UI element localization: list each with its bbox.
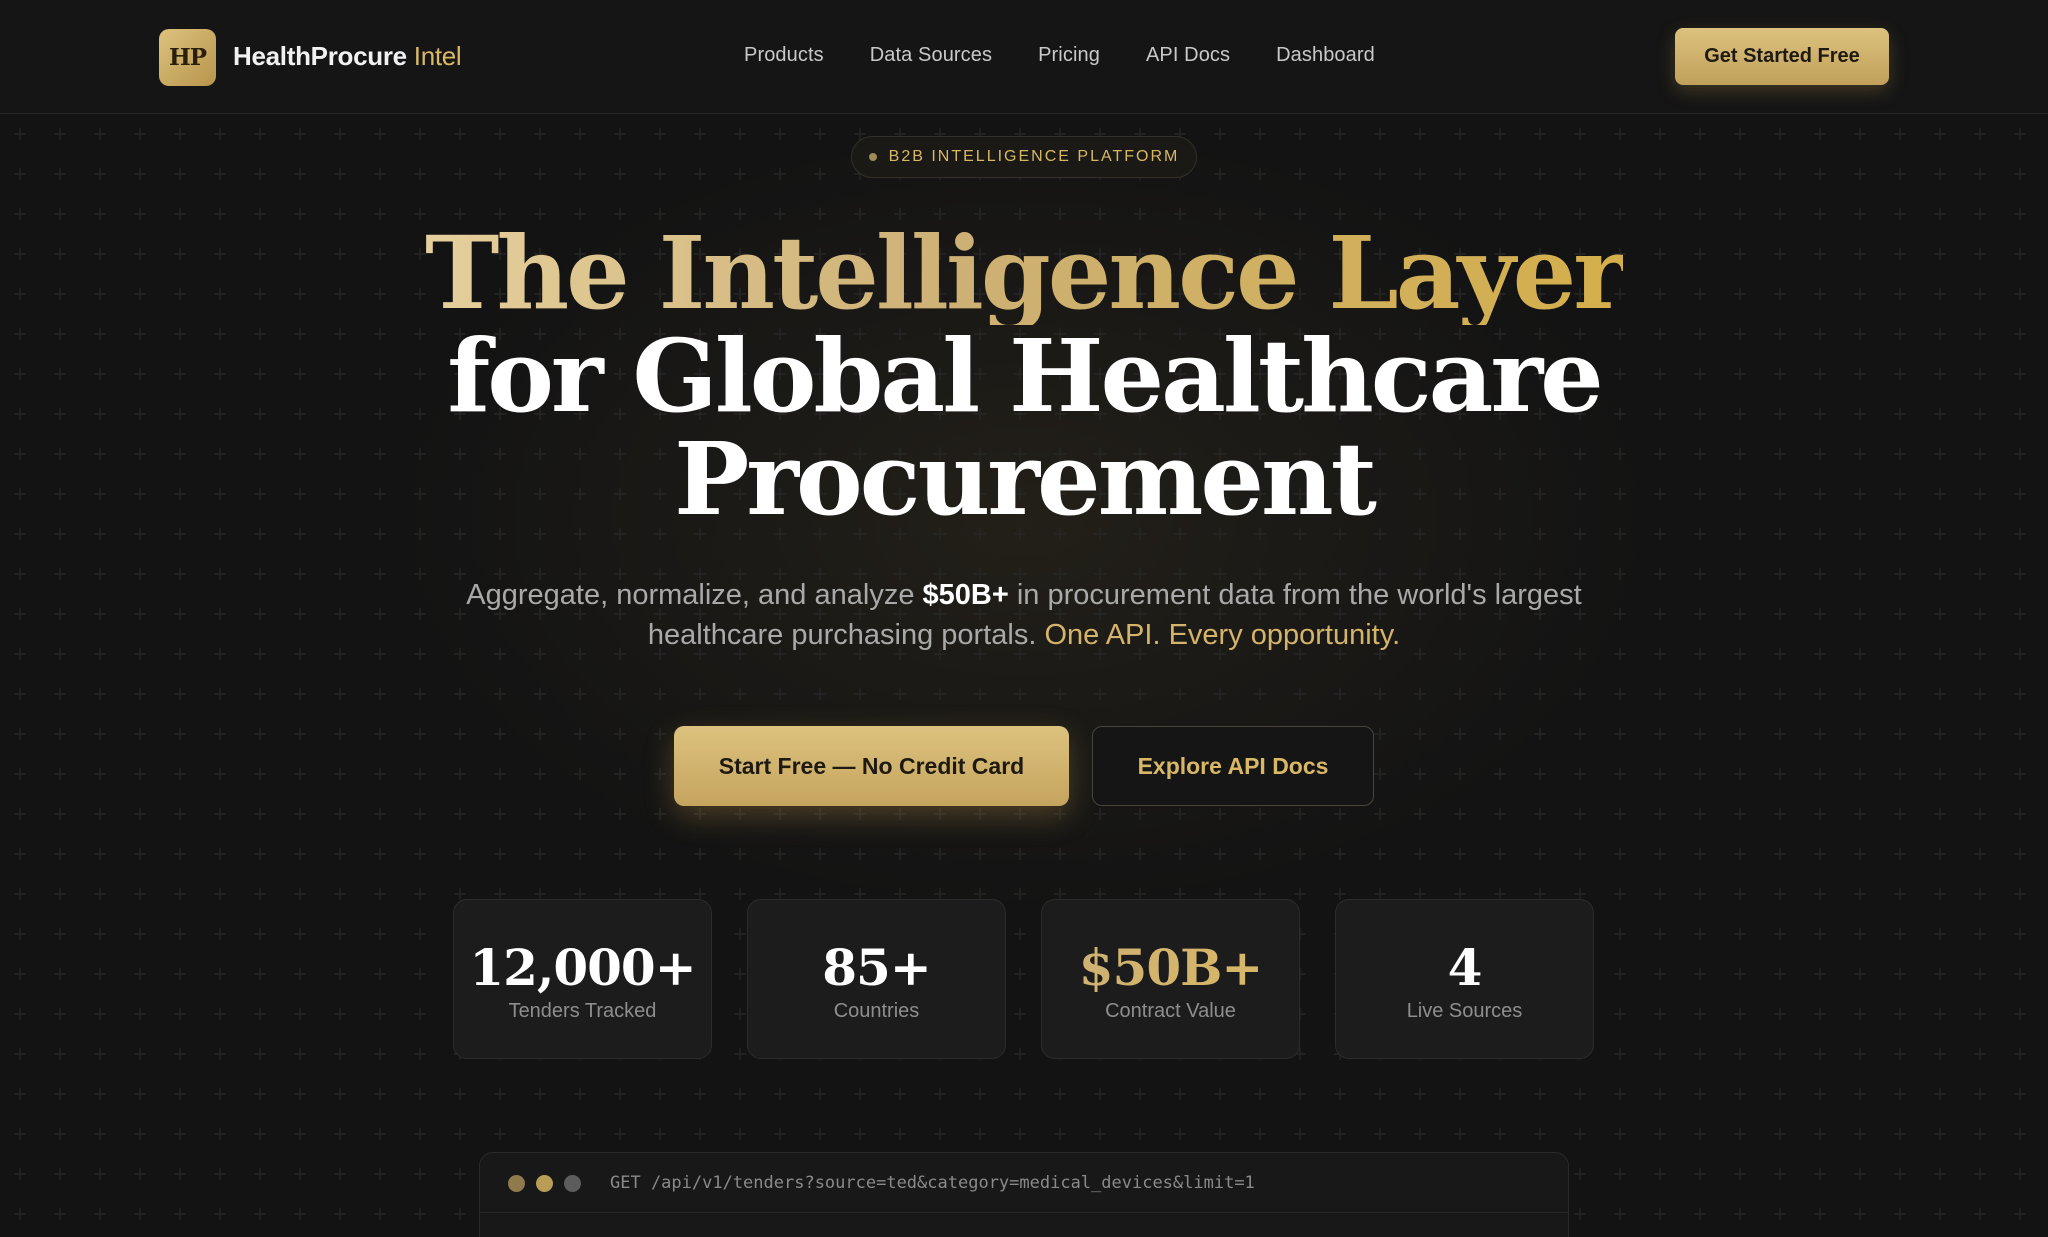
- start-free-button[interactable]: Start Free — No Credit Card: [674, 726, 1069, 806]
- hero-headline: The Intelligence Layer for Global Health…: [0, 222, 2048, 531]
- window-dot-icon: [564, 1175, 581, 1192]
- explore-api-docs-button[interactable]: Explore API Docs: [1092, 726, 1374, 806]
- stat-label: Countries: [833, 1000, 920, 1022]
- subtitle-highlight: $50B+: [922, 579, 1009, 611]
- headline-line-2: for Global Healthcare: [447, 317, 1604, 435]
- code-window-titlebar: GET /api/v1/tenders?source=ted&category=…: [480, 1153, 1568, 1213]
- brand-name[interactable]: HealthProcure Intel: [233, 41, 462, 72]
- stat-value: $50B+: [1042, 940, 1299, 996]
- headline-line-3: Procurement: [674, 420, 1377, 538]
- window-dot-icon: [508, 1175, 525, 1192]
- stat-value: 85+: [822, 938, 931, 997]
- nav-link-dashboard[interactable]: Dashboard: [1276, 44, 1375, 67]
- stat-card-contract-value: $50B+ Contract Value: [1041, 899, 1300, 1059]
- top-nav: HP HealthProcure Intel Products Data Sou…: [0, 0, 2048, 114]
- api-request-url: GET /api/v1/tenders?source=ted&category=…: [610, 1173, 1255, 1193]
- nav-link-pricing[interactable]: Pricing: [1038, 44, 1100, 67]
- stat-label: Live Sources: [1406, 1000, 1523, 1022]
- nav-link-data-sources[interactable]: Data Sources: [870, 44, 992, 67]
- brand-main: HealthProcure: [233, 41, 407, 71]
- stat-value: 12,000+: [469, 938, 696, 997]
- stat-value: 4: [1447, 938, 1483, 997]
- subtitle-tagline: One API. Every opportunity.: [1044, 619, 1401, 651]
- nav-link-products[interactable]: Products: [744, 44, 824, 67]
- nav-link-api-docs[interactable]: API Docs: [1146, 44, 1230, 67]
- stat-label: Tenders Tracked: [508, 1000, 657, 1022]
- stat-card-tenders: 12,000+ Tenders Tracked: [453, 899, 712, 1059]
- hero-subtitle: Aggregate, normalize, and analyze $50B+ …: [424, 575, 1624, 655]
- subtitle-pre: Aggregate, normalize, and analyze: [466, 579, 915, 611]
- api-code-window: GET /api/v1/tenders?source=ted&category=…: [479, 1152, 1569, 1237]
- window-dot-icon: [536, 1175, 553, 1192]
- nav-links: Products Data Sources Pricing API Docs D…: [744, 44, 1375, 67]
- platform-badge: B2B INTELLIGENCE PLATFORM: [851, 136, 1197, 178]
- stat-card-countries: 85+ Countries: [747, 899, 1006, 1059]
- logo-mark[interactable]: HP: [159, 29, 216, 86]
- stat-label: Contract Value: [1105, 1000, 1236, 1022]
- get-started-button[interactable]: Get Started Free: [1675, 28, 1889, 85]
- brand-accent: Intel: [413, 41, 462, 71]
- headline-gold: The Intelligence Layer: [425, 214, 1626, 332]
- stat-card-live-sources: 4 Live Sources: [1335, 899, 1594, 1059]
- badge-label: B2B INTELLIGENCE PLATFORM: [888, 148, 1180, 165]
- landing-page: HP HealthProcure Intel Products Data Sou…: [0, 0, 2048, 1237]
- badge-dot-icon: [868, 153, 877, 161]
